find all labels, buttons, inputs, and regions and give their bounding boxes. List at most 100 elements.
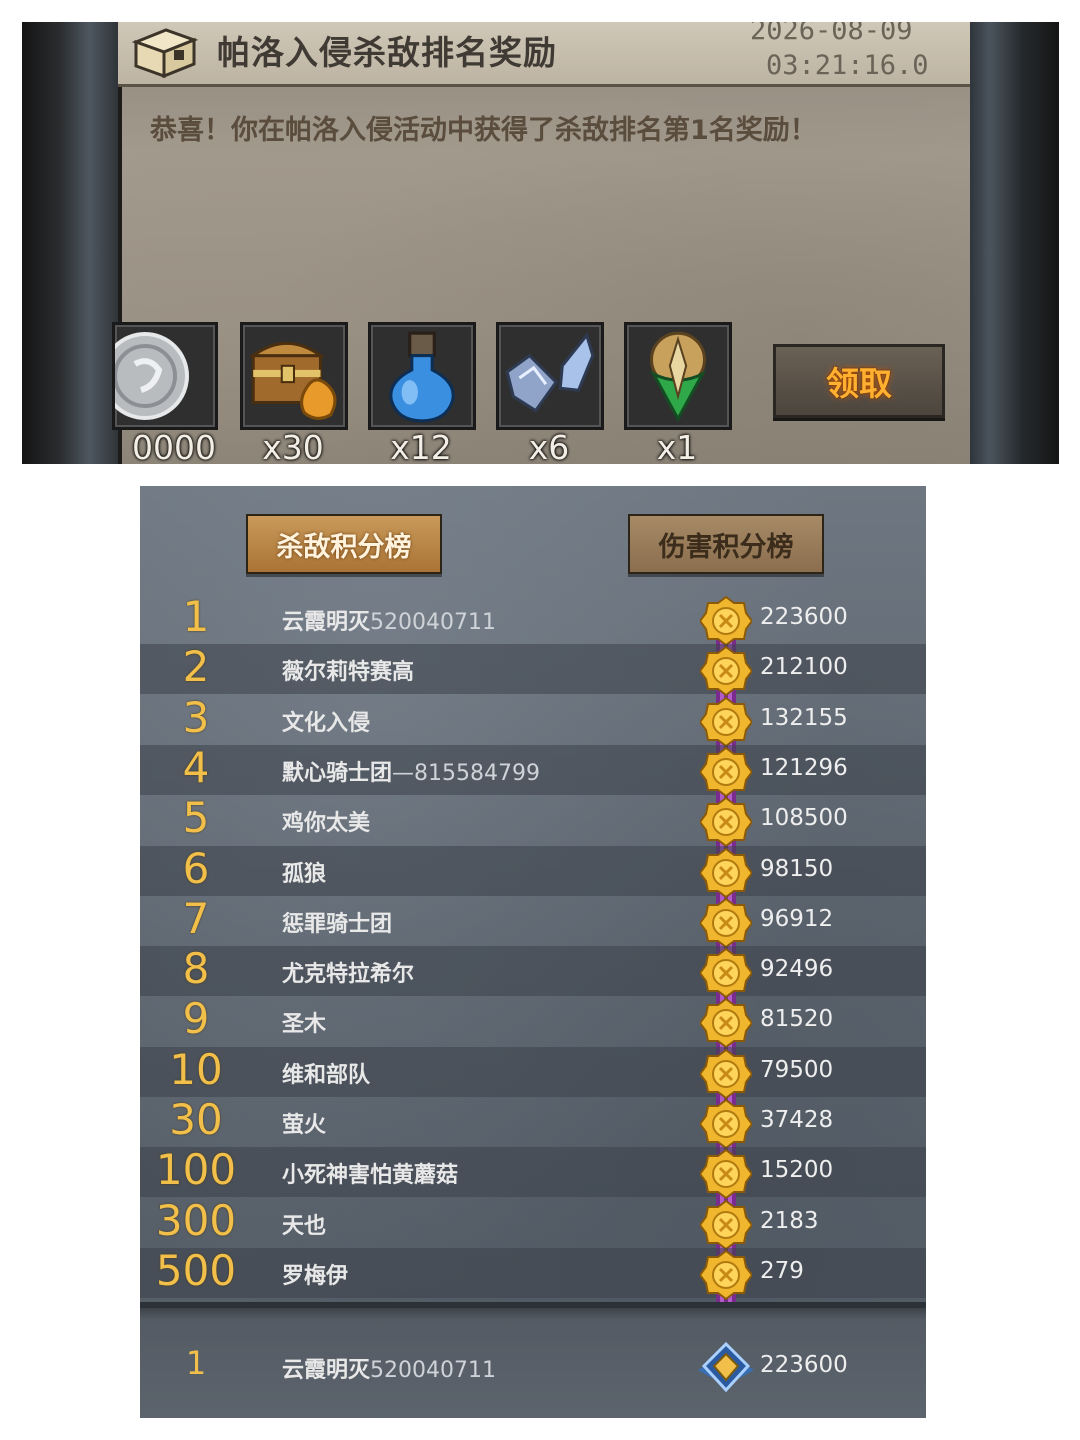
player-name-text: 孤狼 [282,862,327,887]
rank-number: 9 [182,994,210,1043]
reward-slot-emblem[interactable] [624,322,732,430]
kill-score: 212100 [760,654,848,680]
my-rank-bar: 1 云霞明灭520040711 223600 [140,1302,926,1418]
kill-score: 79500 [760,1057,834,1083]
rank-row[interactable]: 8 尤克特拉希尔 92496 [140,944,926,1005]
rank-number: 6 [182,844,210,893]
kill-score: 96912 [760,906,834,932]
rank-number: 100 [155,1145,237,1194]
tab-kill-score[interactable]: 杀敌积分榜 [246,514,442,574]
kill-score: 37428 [760,1107,834,1133]
player-name-text: 鸡你太美 [282,811,371,836]
player-name-text: 罗梅伊 [282,1264,349,1289]
kill-score: 92496 [760,956,834,982]
rank-number: 7 [182,894,210,943]
green-emblem-icon [649,331,707,423]
reward-qty-potion: x12 [390,428,452,464]
player-name-text: 云霞明灭 [282,610,371,635]
player-name: 小死神害怕黄蘑菇 [282,1157,458,1189]
player-name-text: 维和部队 [282,1063,371,1088]
kill-score: 98150 [760,856,834,882]
player-name: 罗梅伊 [282,1258,348,1290]
crystal-shards-icon [505,331,595,413]
reward-slot-chest[interactable] [240,322,348,430]
rank-row[interactable]: 300 天也 2183 [140,1196,926,1257]
player-name: 萤火 [282,1107,326,1139]
claim-button-label: 领取 [826,364,892,403]
rank-badge-icon [698,1342,754,1392]
mail-time: 03:21:16.0 [766,50,929,81]
player-name-digits: 520040711 [370,610,496,635]
my-rank-name-digits: 520040711 [370,1358,496,1383]
reward-qty-coin: 0000 [132,428,216,464]
rank-row[interactable]: 5 鸡你太美 108500 [140,793,926,854]
treasure-chest-icon [248,341,337,420]
reward-qty-crystal: x6 [528,428,570,464]
player-name: 圣木 [282,1006,326,1038]
player-name: 天也 [282,1208,326,1240]
rank-row[interactable]: 30 萤火 37428 [140,1095,926,1156]
rank-number: 4 [182,743,210,792]
my-rank-name-text: 云霞明灭 [282,1358,371,1383]
player-name: 文化入侵 [282,705,370,737]
my-rank-score: 223600 [760,1352,848,1378]
rank-number: 1 [182,592,210,641]
reward-slot-crystal[interactable] [496,322,604,430]
kill-score: 279 [760,1258,804,1284]
my-rank-number: 1 [185,1344,207,1382]
rank-row[interactable]: 6 孤狼 98150 [140,844,926,905]
player-name-text: 尤克特拉希尔 [282,962,415,987]
player-name-text: 天也 [282,1214,327,1239]
reward-qty-chest: x30 [262,428,324,464]
player-name: 孤狼 [282,856,326,888]
mail-message: 恭喜！你在帕洛入侵活动中获得了杀敌排名第1名奖励！ [150,115,817,146]
tab-damage-score[interactable]: 伤害积分榜 [628,514,824,574]
rank-number: 8 [182,944,210,993]
rank-row[interactable]: 4 默心骑士团—815584799 121296 [140,743,926,804]
player-name-digits: —815584799 [392,761,540,786]
kill-score: 121296 [760,755,848,781]
kill-score: 223600 [760,604,848,630]
my-rank-name: 云霞明灭520040711 [282,1352,496,1384]
reward-qty-emblem: x1 [656,428,698,464]
rank-row[interactable]: 1 云霞明灭520040711 223600 [140,592,926,653]
player-name: 薇尔莉特赛高 [282,654,414,686]
rank-row[interactable]: 2 薇尔莉特赛高 212100 [140,642,926,703]
rank-row[interactable]: 7 惩罪骑士团 96912 [140,894,926,955]
blue-potion-icon [389,331,455,423]
rank-row[interactable]: 3 文化入侵 132155 [140,693,926,754]
silver-coin-icon [115,332,189,420]
mail-chest-icon [131,28,199,79]
panel-frame-right [967,22,1059,464]
claim-button[interactable]: 领取 [773,344,945,418]
player-name-text: 圣木 [282,1012,327,1037]
player-name-text: 文化入侵 [282,711,371,736]
mail-title: 帕洛入侵杀敌排名奖励 [217,33,557,72]
player-name: 默心骑士团—815584799 [282,755,540,787]
reward-mail-panel: 帕洛入侵杀敌排名奖励 2026-08-09 03:21:16.0 恭喜！你在帕洛… [22,22,1059,464]
rank-number: 10 [169,1045,223,1094]
kill-score: 108500 [760,805,848,831]
kill-score: 15200 [760,1157,834,1183]
panel-frame-left [22,22,118,464]
player-name: 云霞明灭520040711 [282,604,496,636]
rank-number: 500 [155,1246,237,1295]
ranking-panel: 杀敌积分榜 伤害积分榜 1 云霞明灭520040711 223600 2 薇尔莉特赛高 2… [140,486,926,1418]
kill-score: 132155 [760,705,848,731]
player-name-text: 惩罪骑士团 [282,912,393,937]
rank-row[interactable]: 9 圣木 81520 [140,994,926,1055]
rank-number: 2 [182,642,210,691]
rank-number: 3 [182,693,210,742]
gold-medal-icon [700,1249,752,1307]
kill-score: 2183 [760,1208,819,1234]
rank-row[interactable]: 100 小死神害怕黄蘑菇 15200 [140,1145,926,1206]
rank-number: 30 [169,1095,223,1144]
rank-number: 5 [182,793,210,842]
player-name: 尤克特拉希尔 [282,956,414,988]
reward-slot-potion[interactable] [368,322,476,430]
player-name-text: 萤火 [282,1113,327,1138]
rank-row[interactable]: 500 罗梅伊 279 [140,1246,926,1307]
rank-row[interactable]: 10 维和部队 79500 [140,1045,926,1106]
player-name-text: 默心骑士团 [282,761,393,786]
reward-slot-coin[interactable] [112,322,218,430]
